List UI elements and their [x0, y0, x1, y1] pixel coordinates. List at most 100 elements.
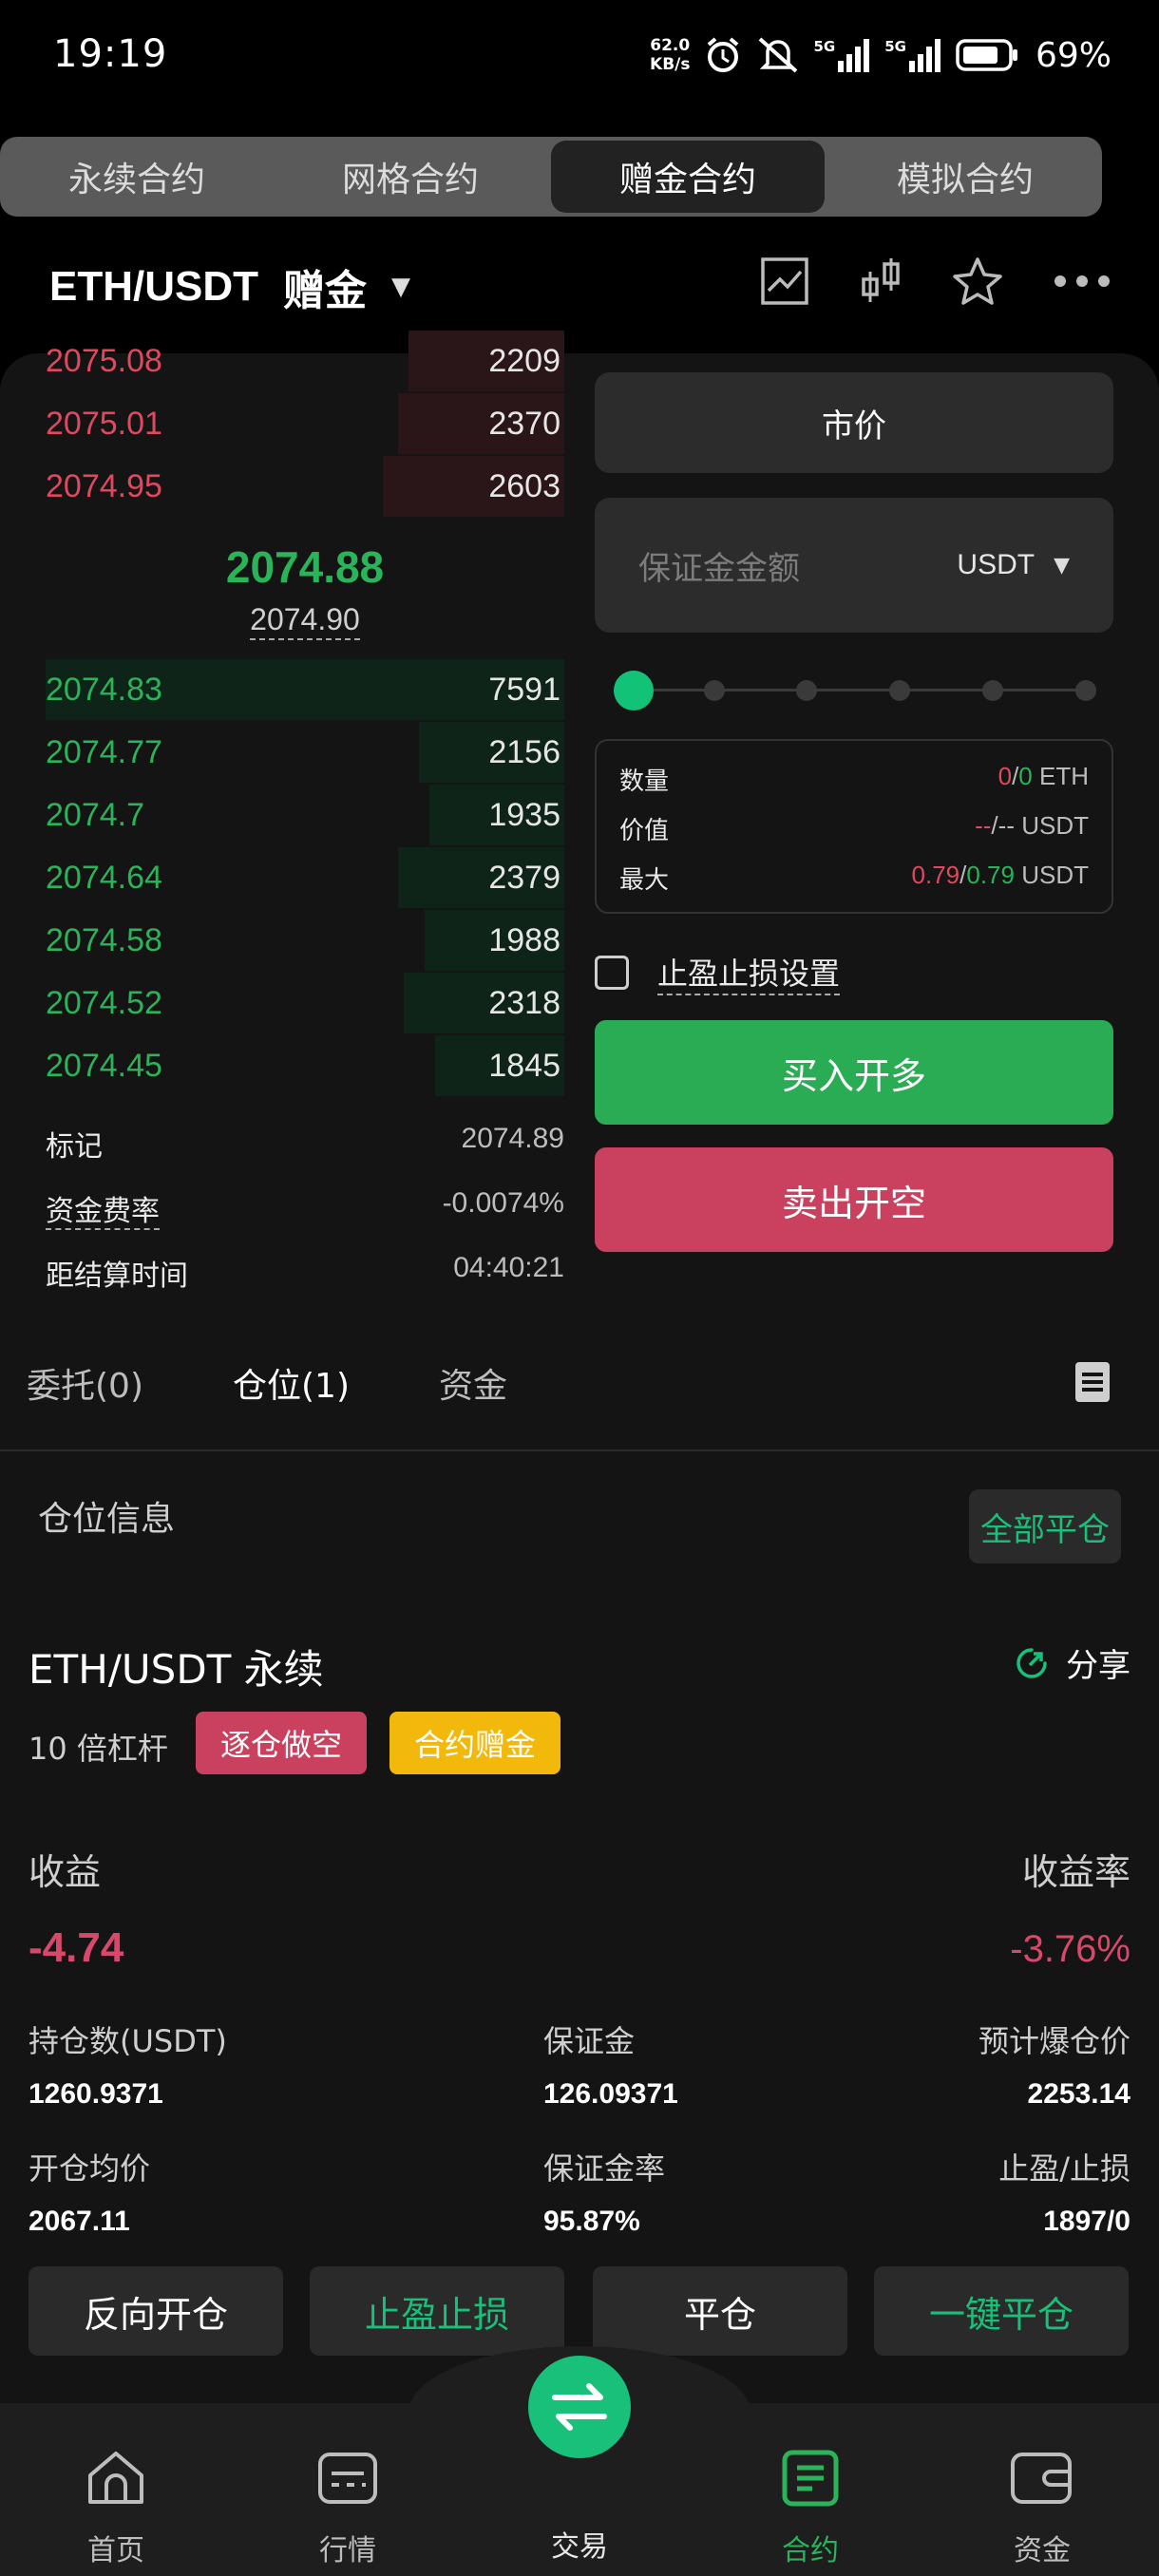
more-icon[interactable] [1053, 274, 1112, 289]
value-value: --/-- USDT [975, 811, 1089, 840]
currency-select[interactable]: USDT [957, 549, 1035, 581]
slider-track [621, 689, 1087, 691]
max-short: 0.79 [966, 861, 1015, 889]
bid-row[interactable]: 2074.58 1988 [46, 910, 564, 971]
leverage: 10 倍杠杆 [28, 1731, 168, 1767]
funding-label[interactable]: 资金费率 [46, 1187, 160, 1230]
share-label: 分享 [1066, 1647, 1130, 1685]
nav-home[interactable]: 首页 [45, 2449, 187, 2568]
margin-placeholder: 保证金金额 [638, 549, 800, 588]
bid-row[interactable]: 2074.45 1845 [46, 1035, 564, 1096]
margin-ratio-label: 保证金率 [543, 2150, 666, 2187]
caret-down-icon: ▼ [391, 273, 410, 301]
qty-unit: ETH [1039, 762, 1089, 790]
bid-price: 2074.83 [46, 671, 162, 708]
tpsl-label[interactable]: 止盈止损设置 [657, 950, 841, 995]
buy-long-button[interactable]: 买入开多 [595, 1020, 1113, 1125]
tab-orders[interactable]: 委托(0) [27, 1358, 143, 1408]
slider-handle[interactable] [614, 671, 654, 710]
tpsl-toggle[interactable]: 止盈止损设置 [595, 950, 841, 995]
order-summary: 数量 0/0 ETH 价值 --/-- USDT 最大 0.79/0.79 US… [595, 739, 1113, 914]
bid-qty: 2379 [488, 859, 560, 896]
mute-icon [759, 37, 798, 73]
quick-close-button[interactable]: 一键平仓 [874, 2266, 1129, 2356]
ask-price: 2074.95 [46, 467, 162, 504]
margin-input[interactable]: 保证金金额 USDT ▼ [595, 498, 1113, 633]
tab-positions[interactable]: 仓位(1) [233, 1358, 350, 1408]
ask-row[interactable]: 2074.95 2603 [46, 456, 564, 517]
tpsl-summary-label: 止盈/止损 [998, 2150, 1130, 2187]
signal-1-label: 5G [813, 38, 836, 55]
tab-bonus[interactable]: 赠金合约 [551, 141, 825, 213]
net-speed: 62.0 KB/s [650, 36, 690, 74]
ask-row[interactable]: 2075.08 2209 [46, 331, 564, 391]
bid-row[interactable]: 2074.77 2156 [46, 722, 564, 783]
alarm-icon [708, 37, 739, 72]
max-long: 0.79 [911, 861, 960, 889]
pnl-value: -4.74 [28, 1924, 124, 1971]
list-icon[interactable] [1075, 1362, 1110, 1402]
bid-row[interactable]: 2074.64 2379 [46, 847, 564, 908]
slider-step-60[interactable] [889, 680, 910, 701]
sell-short-button[interactable]: 卖出开空 [595, 1147, 1113, 1252]
slider-step-40[interactable] [796, 680, 817, 701]
nav-assets-label: 资金 [1014, 2534, 1071, 2567]
order-type-button[interactable]: 市价 [595, 372, 1113, 473]
last-price[interactable]: 2074.88 [46, 541, 564, 593]
value-long: -- [975, 811, 992, 840]
bid-price: 2074.77 [46, 733, 162, 770]
position-tabs: 委托(0) 仓位(1) 资金 [27, 1358, 507, 1408]
battery-percent: 69% [1035, 35, 1112, 75]
signal-2-label: 5G [884, 38, 906, 55]
signal-1-icon: 5G [813, 38, 871, 72]
pnl-label: 收益 [28, 1851, 102, 1893]
star-icon[interactable] [952, 256, 1003, 306]
tpsl-button[interactable]: 止盈止损 [310, 2266, 564, 2356]
position-info-label: 仓位信息 [38, 1500, 176, 1539]
slider-step-20[interactable] [704, 680, 725, 701]
slider-step-80[interactable] [982, 680, 1003, 701]
margin-ratio: 保证金率 95.87% [543, 2145, 665, 2238]
ask-qty: 2209 [488, 342, 560, 379]
bid-row[interactable]: 2074.7 1935 [46, 785, 564, 845]
pnl-rate-label: 收益率 [1021, 1851, 1130, 1893]
tab-simulated[interactable]: 模拟合约 [828, 137, 1102, 217]
bid-price: 2074.45 [46, 1047, 162, 1084]
nav-contract[interactable]: 合约 [739, 2449, 882, 2568]
candlestick-icon[interactable] [859, 256, 902, 306]
slider-step-100[interactable] [1075, 680, 1096, 701]
bid-qty: 2318 [488, 984, 560, 1021]
nav-trade-button[interactable] [528, 2356, 631, 2458]
value-label: 价值 [619, 817, 670, 845]
position-title: ETH/USDT 永续 [28, 1646, 324, 1693]
value-unit: USDT [1021, 811, 1089, 840]
mark-price-value: 2074.90 [250, 602, 360, 640]
pair-selector[interactable]: ETH/USDT 赠金 ▼ [49, 256, 410, 317]
max-unit: USDT [1021, 861, 1089, 889]
ask-qty: 2603 [488, 467, 560, 504]
qty-short: 0 [1018, 762, 1033, 790]
bid-row[interactable]: 2074.83 7591 [46, 659, 564, 720]
nav-trade-label[interactable]: 交易 [508, 2523, 651, 2565]
reverse-position-button[interactable]: 反向开仓 [28, 2266, 283, 2356]
settle-value: 04:40:21 [453, 1252, 564, 1283]
share-icon [1016, 1647, 1047, 1678]
settle-label: 距结算时间 [46, 1260, 188, 1293]
home-icon [88, 2452, 143, 2504]
tpsl-checkbox[interactable] [595, 956, 629, 990]
liquidation-value: 2253.14 [1027, 2078, 1130, 2110]
ask-row[interactable]: 2075.01 2370 [46, 393, 564, 454]
tab-grid[interactable]: 网格合约 [274, 137, 547, 217]
tab-assets[interactable]: 资金 [439, 1358, 507, 1408]
funding-label-text: 资金费率 [46, 1195, 160, 1230]
nav-assets[interactable]: 资金 [971, 2449, 1113, 2568]
chart-icon[interactable] [760, 256, 809, 306]
share-button[interactable]: 分享 [1013, 1639, 1130, 1686]
qty-long: 0 [998, 762, 1013, 790]
bid-row[interactable]: 2074.52 2318 [46, 973, 564, 1033]
close-position-button[interactable]: 平仓 [593, 2266, 847, 2356]
nav-market[interactable]: 行情 [276, 2449, 419, 2568]
amount-slider[interactable] [614, 671, 1096, 710]
tab-perpetual[interactable]: 永续合约 [0, 137, 274, 217]
close-all-button[interactable]: 全部平仓 [969, 1489, 1121, 1563]
